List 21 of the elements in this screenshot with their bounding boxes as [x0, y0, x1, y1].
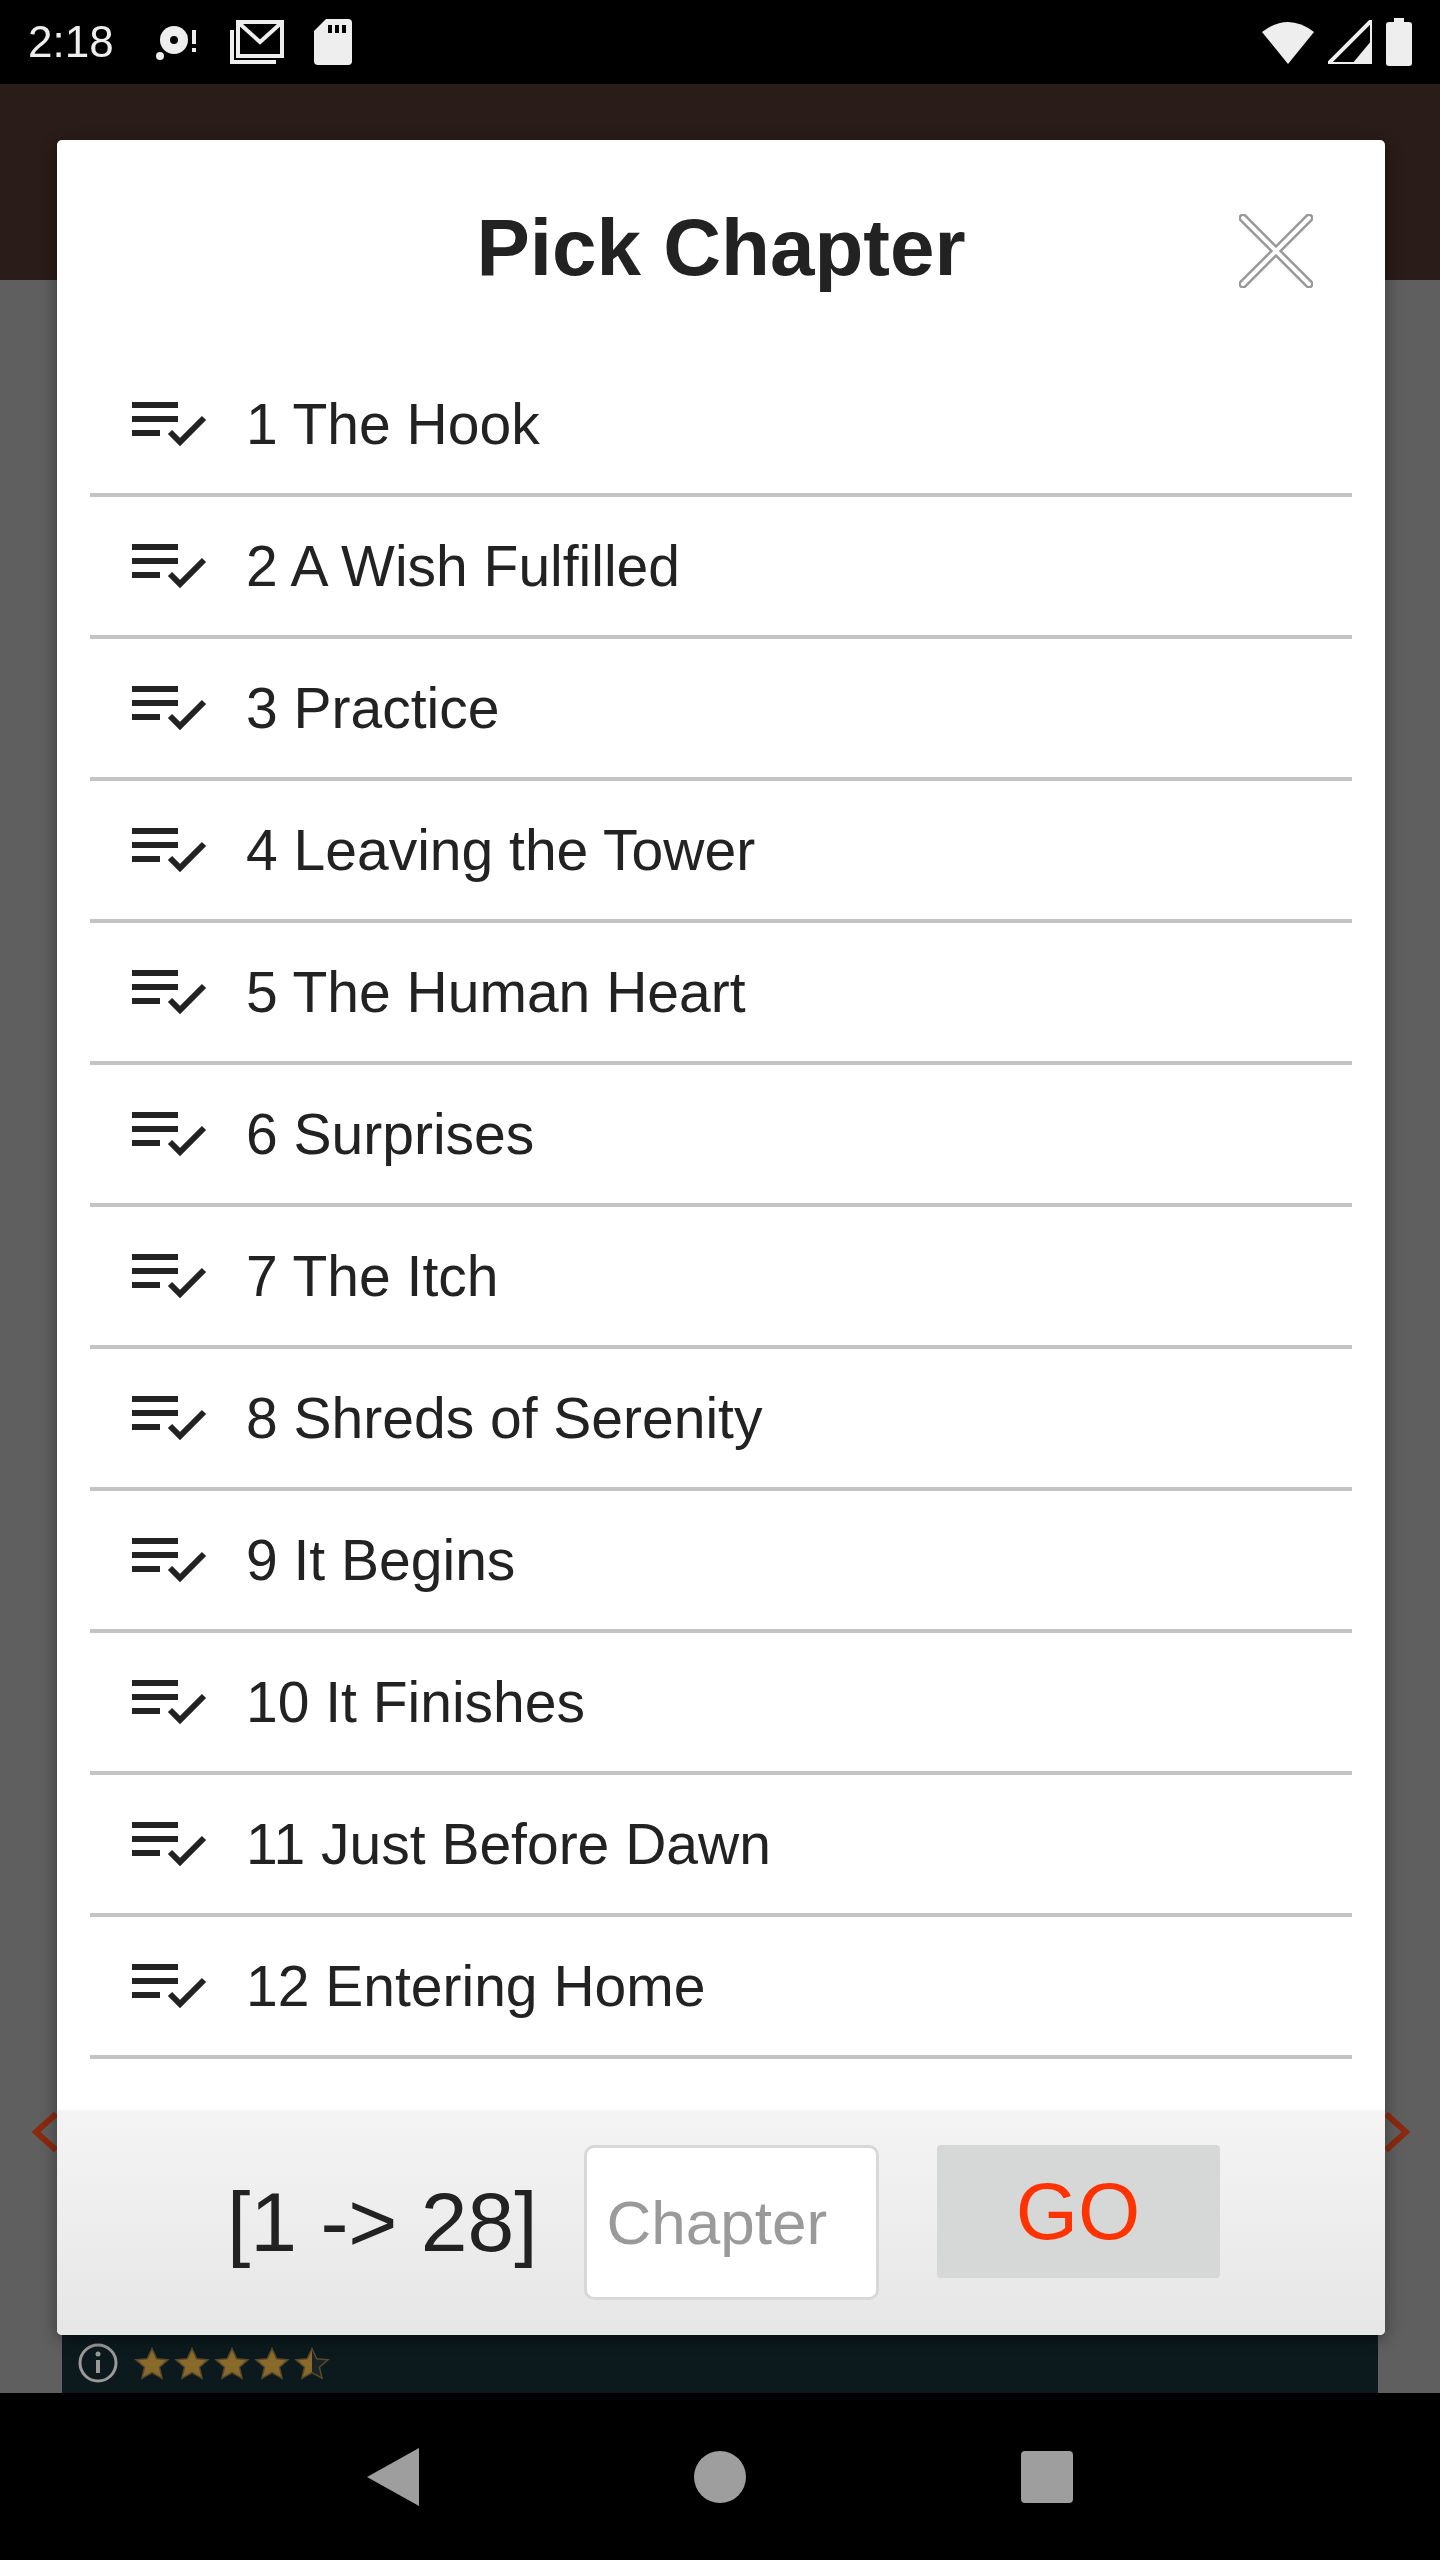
star-icon [254, 2347, 290, 2381]
mail-icon [229, 20, 284, 64]
signal-icon [1328, 20, 1372, 64]
sd-card-icon [313, 19, 352, 65]
recents-icon[interactable] [1020, 2450, 1073, 2503]
star-icon [134, 2347, 170, 2381]
chevron-right-icon[interactable] [1382, 2110, 1412, 2154]
chapter-range: [1 -> 28] [227, 2174, 538, 2271]
star-icon [294, 2347, 330, 2381]
close-icon[interactable] [1239, 214, 1313, 288]
battery-icon [1386, 18, 1412, 66]
home-icon[interactable] [694, 2450, 746, 2503]
star-icon [174, 2347, 210, 2381]
star-icon [214, 2347, 250, 2381]
dialog-title: Pick Chapter [476, 201, 966, 294]
wifi-icon [1262, 20, 1314, 64]
back-icon[interactable] [367, 2447, 420, 2506]
chevron-left-icon[interactable] [30, 2110, 60, 2154]
info-icon[interactable] [76, 2341, 120, 2385]
clock-time: 2:18 [28, 17, 114, 67]
chapter-input[interactable]: Chapter [583, 2145, 879, 2300]
